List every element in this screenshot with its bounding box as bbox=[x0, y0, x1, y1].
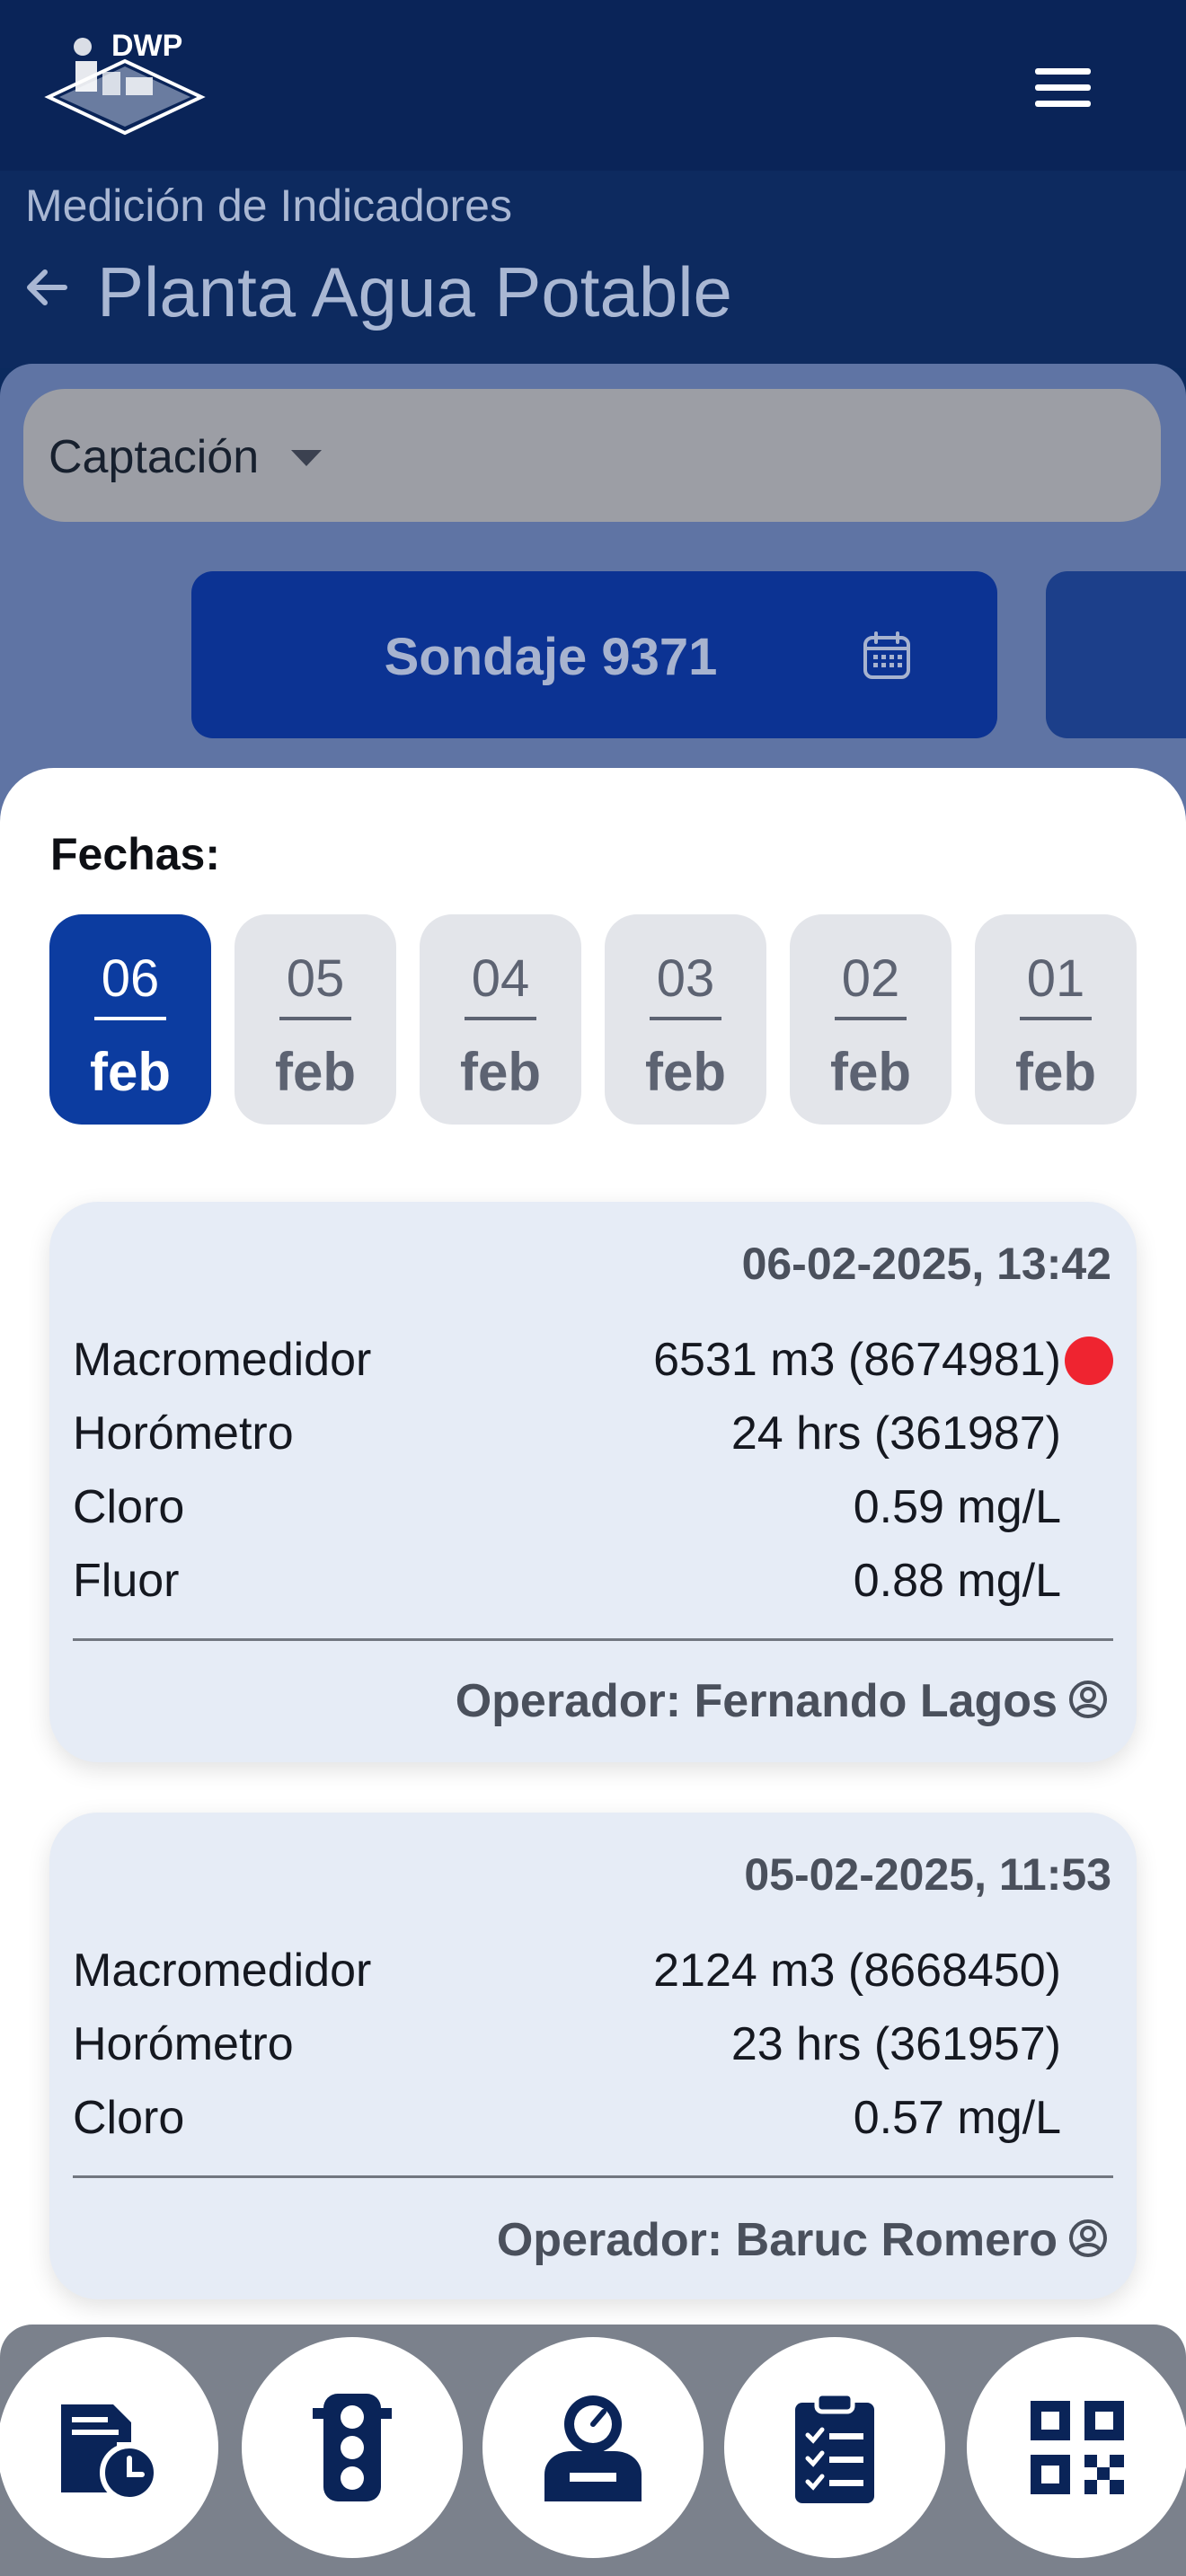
record-row-value: 0.88 mg/L bbox=[853, 1555, 1061, 1607]
date-chip-month: feb bbox=[645, 1042, 726, 1102]
date-chip[interactable]: 06 feb bbox=[49, 914, 211, 1125]
date-chip-day: 02 bbox=[841, 949, 900, 1008]
operator-gauge-icon bbox=[544, 2395, 642, 2501]
operator-name: Operador: Fernando Lagos bbox=[455, 1675, 1058, 1727]
traffic-light-icon bbox=[313, 2394, 392, 2501]
date-chip-divider bbox=[279, 1017, 351, 1020]
date-chip-month: feb bbox=[1015, 1042, 1096, 1102]
operator-name: Operador: Baruc Romero bbox=[496, 2214, 1058, 2266]
area-select[interactable]: Captación bbox=[23, 389, 1161, 522]
nav-button-reports[interactable] bbox=[0, 2337, 218, 2558]
date-chip[interactable]: 03 feb bbox=[605, 914, 766, 1125]
station-button-next[interactable] bbox=[1046, 571, 1186, 738]
date-chip-month: feb bbox=[460, 1042, 541, 1102]
record-row: Macromedidor 2124 m3 (8668450) bbox=[73, 1944, 1061, 2016]
record-row-label: Fluor bbox=[73, 1555, 180, 1607]
area-select-value: Captación bbox=[49, 431, 260, 483]
date-chip-divider bbox=[650, 1017, 721, 1020]
record-row: Horómetro 24 hrs (361987) bbox=[73, 1407, 1061, 1478]
date-chip-day: 01 bbox=[1026, 949, 1085, 1008]
calendar-icon bbox=[863, 631, 910, 679]
nav-button-qr[interactable] bbox=[967, 2337, 1186, 2558]
qr-code-icon bbox=[1031, 2401, 1124, 2494]
record-card[interactable]: 06-02-2025, 13:42 Macromedidor 6531 m3 (… bbox=[49, 1202, 1137, 1762]
caret-down-icon bbox=[291, 450, 322, 466]
status-dot-icon bbox=[1065, 1337, 1113, 1385]
date-chip-month: feb bbox=[275, 1042, 356, 1102]
breadcrumb: Medición de Indicadores bbox=[25, 181, 512, 231]
nav-button-checklist[interactable] bbox=[724, 2337, 945, 2558]
date-chip-day: 06 bbox=[101, 949, 160, 1008]
date-chip-divider bbox=[465, 1017, 536, 1020]
record-row: Cloro 0.57 mg/L bbox=[73, 2091, 1061, 2163]
date-chip-month: feb bbox=[830, 1042, 911, 1102]
app-header: DWP bbox=[0, 0, 1186, 171]
record-row-value: 6531 m3 (8674981) bbox=[653, 1334, 1061, 1386]
date-chip[interactable]: 05 feb bbox=[235, 914, 396, 1125]
clipboard-checklist-icon bbox=[795, 2391, 874, 2503]
record-row-value: 23 hrs (361957) bbox=[730, 2018, 1061, 2070]
record-datetime: 05-02-2025, 11:53 bbox=[744, 1849, 1111, 1900]
user-circle-icon bbox=[1069, 1681, 1107, 1718]
page-title: Planta Agua Potable bbox=[97, 252, 732, 331]
date-chip[interactable]: 01 feb bbox=[975, 914, 1137, 1125]
record-row-label: Macromedidor bbox=[73, 1945, 372, 1997]
nav-button-traffic[interactable] bbox=[242, 2337, 463, 2558]
record-row-label: Cloro bbox=[73, 2092, 185, 2144]
date-chip[interactable]: 02 feb bbox=[790, 914, 951, 1125]
date-chip-day: 05 bbox=[286, 949, 345, 1008]
record-row: Fluor 0.88 mg/L bbox=[73, 1554, 1061, 1626]
date-chip-divider bbox=[835, 1017, 907, 1020]
back-arrow-icon[interactable] bbox=[20, 260, 74, 314]
card-divider bbox=[73, 2175, 1113, 2178]
record-row-value: 24 hrs (361987) bbox=[730, 1407, 1061, 1460]
record-row-label: Horómetro bbox=[73, 2018, 294, 2070]
dates-label: Fechas: bbox=[50, 829, 220, 879]
record-row-value: 0.57 mg/L bbox=[853, 2092, 1061, 2144]
record-row: Macromedidor 6531 m3 (8674981) bbox=[73, 1333, 1061, 1405]
record-card[interactable]: 05-02-2025, 11:53 Macromedidor 2124 m3 (… bbox=[49, 1813, 1137, 2299]
station-button[interactable]: Sondaje 9371 bbox=[191, 571, 997, 738]
dwp-logo: DWP bbox=[44, 29, 206, 136]
date-chip-day: 03 bbox=[656, 949, 715, 1008]
date-chip-month: feb bbox=[90, 1042, 171, 1102]
station-label: Sondaje 9371 bbox=[384, 628, 718, 686]
record-row: Horómetro 23 hrs (361957) bbox=[73, 2017, 1061, 2089]
date-chip-divider bbox=[94, 1017, 166, 1020]
hamburger-menu-icon[interactable] bbox=[1024, 61, 1107, 115]
user-circle-icon bbox=[1069, 2219, 1107, 2257]
record-row-label: Horómetro bbox=[73, 1407, 294, 1460]
record-row-value: 0.59 mg/L bbox=[853, 1481, 1061, 1533]
date-chip-day: 04 bbox=[471, 949, 530, 1008]
record-row-label: Macromedidor bbox=[73, 1334, 372, 1386]
date-chip[interactable]: 04 feb bbox=[420, 914, 581, 1125]
logo-text: DWP bbox=[111, 29, 182, 63]
record-datetime: 06-02-2025, 13:42 bbox=[741, 1239, 1111, 1289]
record-row-value: 2124 m3 (8668450) bbox=[653, 1945, 1061, 1997]
record-row: Cloro 0.59 mg/L bbox=[73, 1480, 1061, 1552]
card-divider bbox=[73, 1638, 1113, 1641]
nav-button-operator[interactable] bbox=[482, 2337, 704, 2558]
document-clock-icon bbox=[61, 2404, 159, 2502]
date-chip-divider bbox=[1020, 1017, 1092, 1020]
record-row-label: Cloro bbox=[73, 1481, 185, 1533]
